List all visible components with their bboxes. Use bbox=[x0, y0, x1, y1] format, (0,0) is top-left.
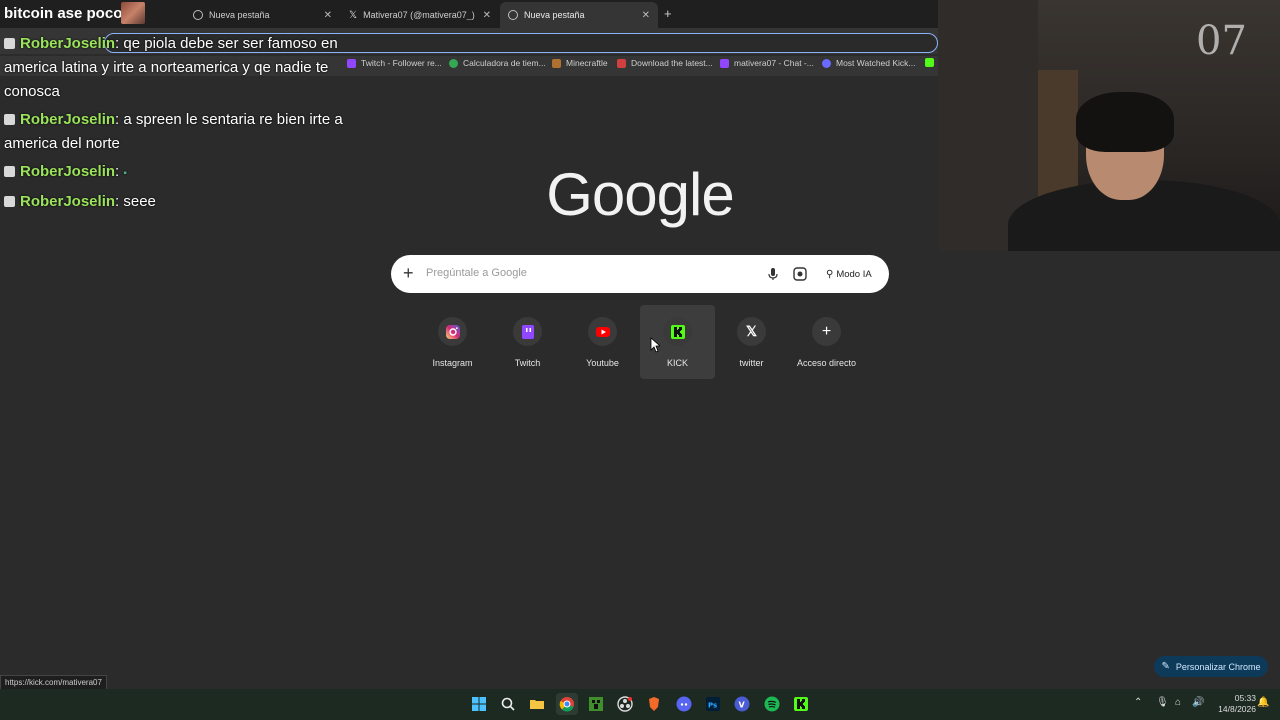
chat-badge-icon bbox=[4, 38, 15, 49]
tab-nueva-pestana-active[interactable]: Nueva pestaña ✕ bbox=[500, 2, 658, 28]
microphone-icon[interactable] bbox=[765, 266, 781, 282]
tab-title: Nueva pestaña bbox=[209, 10, 270, 20]
bookmark-item[interactable]: mativera07 - Chat -... bbox=[720, 58, 814, 68]
bookmark-item[interactable]: Most Watched Kick... bbox=[822, 58, 916, 68]
kick-icon bbox=[670, 324, 685, 339]
download-icon bbox=[617, 58, 626, 68]
shortcut-label: Youtube bbox=[586, 358, 619, 368]
plus-icon: + bbox=[821, 322, 832, 340]
shortcut-instagram[interactable]: Instagram bbox=[415, 305, 490, 379]
windows-start-icon[interactable] bbox=[468, 693, 490, 715]
tab-title: Nueva pestaña bbox=[524, 10, 585, 20]
bookmark-item[interactable]: Twitch - Follower re... bbox=[347, 58, 442, 68]
add-icon[interactable]: + bbox=[403, 263, 414, 284]
file-explorer-icon[interactable] bbox=[526, 693, 548, 715]
chat-message: RoberJoselin: a spreen le sentaria re bi… bbox=[4, 111, 343, 152]
x-icon: 𝕏 bbox=[745, 323, 758, 339]
chrome-icon[interactable] bbox=[556, 693, 578, 715]
minecraftle-icon bbox=[552, 58, 561, 68]
shortcut-add[interactable]: + Acceso directo bbox=[789, 305, 864, 379]
customize-chrome-button[interactable]: ✎ Personalizar Chrome bbox=[1154, 656, 1268, 677]
volume-icon[interactable]: 🔊 bbox=[1192, 697, 1204, 708]
shortcut-twitch[interactable]: Twitch bbox=[490, 305, 565, 379]
shortcut-youtube[interactable]: Youtube bbox=[565, 305, 640, 379]
photoshop-icon[interactable]: Ps bbox=[702, 693, 724, 715]
brave-icon[interactable] bbox=[643, 693, 665, 715]
search-icon[interactable] bbox=[497, 693, 519, 715]
google-lens-icon[interactable] bbox=[792, 266, 808, 282]
chat-username: RoberJoselin bbox=[20, 193, 116, 210]
shortcut-label: twitter bbox=[739, 358, 764, 368]
instagram-icon bbox=[445, 324, 460, 339]
search-box[interactable]: + Pregúntale a Google ⚲ Modo IA bbox=[391, 255, 889, 293]
stats-icon bbox=[822, 58, 831, 68]
google-logo: Google bbox=[546, 161, 734, 228]
chat-message: RoberJoselin: ▪ bbox=[4, 160, 354, 186]
minecraft-icon[interactable] bbox=[585, 693, 607, 715]
mouse-cursor-icon bbox=[650, 337, 660, 353]
stream-title-image bbox=[121, 2, 145, 24]
status-bar-url: https://kick.com/mativera07 bbox=[0, 675, 107, 690]
close-icon[interactable]: ✕ bbox=[642, 10, 650, 21]
chat-username: RoberJoselin bbox=[20, 35, 116, 52]
chat-username: RoberJoselin bbox=[20, 163, 116, 180]
taskbar bbox=[0, 689, 1280, 720]
bookmark-item[interactable]: Minecraftle bbox=[552, 58, 608, 68]
microphone-tray-icon[interactable]: 🎙 bbox=[1156, 697, 1169, 708]
notification-bell-icon[interactable]: 🔔 bbox=[1257, 697, 1269, 708]
search-input[interactable]: Pregúntale a Google bbox=[426, 267, 527, 279]
new-tab-button[interactable]: + bbox=[664, 6, 672, 21]
chrome-icon bbox=[193, 10, 203, 20]
calculator-icon bbox=[449, 58, 458, 68]
shortcut-twitter[interactable]: 𝕏 twitter bbox=[714, 305, 789, 379]
chat-message: RoberJoselin: qe piola debe ser ser famo… bbox=[4, 35, 338, 100]
bookmark-item[interactable]: Download the latest... bbox=[617, 58, 713, 68]
emote-icon: ▪ bbox=[123, 168, 127, 179]
ai-mode-button[interactable]: ⚲ Modo IA bbox=[820, 262, 878, 286]
headphones bbox=[1076, 92, 1174, 152]
chat-badge-icon bbox=[4, 196, 15, 207]
chat-username: RoberJoselin bbox=[20, 111, 116, 128]
kick-icon bbox=[925, 58, 934, 67]
chat-message: RoberJoselin: seee bbox=[4, 190, 354, 214]
bookmark-item[interactable]: Calculadora de tiem... bbox=[449, 58, 546, 68]
webcam-watermark: 07 bbox=[1196, 18, 1247, 64]
svg-text:V: V bbox=[739, 701, 746, 710]
chat-badge-icon bbox=[4, 114, 15, 125]
close-icon[interactable]: ✕ bbox=[483, 10, 491, 21]
pencil-icon: ✎ bbox=[1161, 661, 1170, 672]
youtube-icon bbox=[595, 326, 610, 337]
shortcut-label: Instagram bbox=[432, 358, 473, 368]
svg-text:Ps: Ps bbox=[708, 702, 717, 710]
discord-icon[interactable] bbox=[673, 693, 695, 715]
tab-nueva-pestana-1[interactable]: Nueva pestaña ✕ bbox=[185, 2, 340, 28]
chrome-icon bbox=[508, 10, 518, 20]
magnifier-sparkle-icon: ⚲ bbox=[826, 268, 834, 280]
stream-title: bitcoin ase poco bbox=[4, 5, 123, 22]
kick-app-icon[interactable] bbox=[790, 693, 812, 715]
chat-text: seee bbox=[123, 193, 156, 210]
tab-mativera-x[interactable]: 𝕏 Mativera07 (@mativera07_) / X ✕ bbox=[341, 2, 499, 28]
network-icon[interactable]: ⌂ bbox=[1175, 697, 1181, 708]
twitch-icon bbox=[521, 324, 534, 339]
shortcut-label: Acceso directo bbox=[796, 358, 857, 368]
twitch-icon bbox=[720, 58, 729, 68]
close-icon[interactable]: ✕ bbox=[324, 10, 332, 21]
webcam-feed: 07 bbox=[938, 0, 1280, 251]
screen: Nueva pestaña ✕ 𝕏 Mativera07 (@mativera0… bbox=[0, 0, 1280, 720]
tab-title: Mativera07 (@mativera07_) / X bbox=[363, 10, 477, 20]
vegas-icon[interactable]: V bbox=[731, 693, 753, 715]
shortcut-label: KICK bbox=[666, 358, 688, 368]
shortcut-label: Twitch bbox=[514, 358, 541, 368]
system-clock[interactable]: 05:33 14/8/2026 bbox=[1208, 693, 1256, 715]
bookmark-item[interactable] bbox=[925, 58, 939, 67]
x-icon: 𝕏 bbox=[349, 9, 358, 21]
clock-time: 05:33 bbox=[1234, 693, 1256, 703]
chevron-up-icon[interactable]: ⌃ bbox=[1134, 697, 1142, 708]
chat-badge-icon bbox=[4, 166, 15, 177]
spotify-icon[interactable] bbox=[761, 693, 783, 715]
clock-date: 14/8/2026 bbox=[1218, 704, 1256, 714]
obs-icon[interactable] bbox=[614, 693, 636, 715]
